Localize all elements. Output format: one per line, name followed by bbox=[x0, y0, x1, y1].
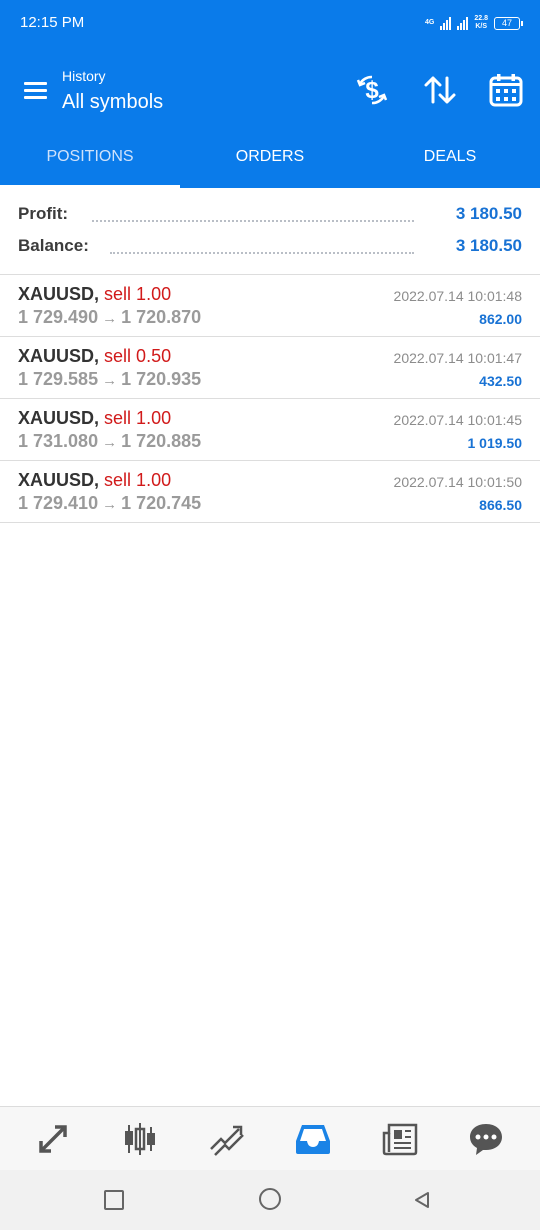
position-profit: 432.50 bbox=[479, 373, 522, 389]
currency-refresh-icon[interactable]: $ bbox=[354, 72, 390, 108]
position-symbol: XAUUSD, sell 1.00 bbox=[18, 470, 172, 490]
history-inbox-icon[interactable] bbox=[293, 1119, 333, 1159]
battery-icon: 47 bbox=[494, 16, 523, 30]
app-bar: 12:15 PM 4G 22.8 K/S 47 History All symbo… bbox=[0, 0, 540, 188]
signal-icon-2 bbox=[457, 16, 469, 30]
calendar-icon[interactable] bbox=[488, 72, 524, 108]
position-prices: 1 729.585 → 1 720.935 bbox=[18, 369, 202, 389]
quotes-arrows-icon[interactable] bbox=[33, 1119, 73, 1159]
balance-label: Balance: bbox=[18, 236, 89, 255]
position-prices: 1 731.080 → 1 720.885 bbox=[18, 431, 202, 451]
position-action: sell 1.00 bbox=[104, 408, 172, 428]
arrow-icon: → bbox=[102, 310, 118, 327]
system-navigation-bar bbox=[0, 1170, 540, 1230]
balance-value: 3 180.50 bbox=[455, 236, 522, 255]
menu-icon[interactable] bbox=[22, 78, 48, 104]
account-summary: Profit: 3 180.50 Balance: 3 180.50 bbox=[0, 188, 540, 275]
profit-label: Profit: bbox=[18, 204, 69, 223]
tab-positions[interactable]: POSITIONS bbox=[0, 126, 180, 188]
profit-row: Profit: 3 180.50 bbox=[18, 204, 522, 228]
toolbar: History All symbols $ bbox=[0, 60, 540, 124]
position-profit: 862.00 bbox=[479, 311, 522, 327]
position-symbol: XAUUSD, sell 1.00 bbox=[18, 284, 172, 304]
list-item[interactable]: XAUUSD, sell 1.00 1 731.080 → 1 720.885 20… bbox=[0, 399, 540, 461]
positions-list: XAUUSD, sell 1.00 1 729.490 → 1 720.870 20… bbox=[0, 275, 540, 523]
recent-apps-button[interactable] bbox=[104, 1190, 124, 1210]
page-title[interactable]: All symbols bbox=[62, 91, 163, 114]
list-item[interactable]: XAUUSD, sell 0.50 1 729.585 → 1 720.935 20… bbox=[0, 337, 540, 399]
position-action: sell 1.00 bbox=[104, 470, 172, 490]
trade-icon[interactable] bbox=[207, 1119, 247, 1159]
position-time: 2022.07.14 10:01:48 bbox=[393, 288, 522, 304]
page-subtitle: History bbox=[62, 68, 106, 84]
profit-value: 3 180.50 bbox=[455, 204, 522, 223]
list-item[interactable]: XAUUSD, sell 1.00 1 729.410 → 1 720.745 20… bbox=[0, 461, 540, 523]
leader-dots bbox=[92, 218, 414, 222]
position-action: sell 1.00 bbox=[104, 284, 172, 304]
position-profit: 866.50 bbox=[479, 497, 522, 513]
arrow-icon: → bbox=[102, 372, 118, 389]
position-prices: 1 729.490 → 1 720.870 bbox=[18, 307, 202, 327]
balance-row: Balance: 3 180.50 bbox=[18, 236, 522, 260]
status-indicators: 4G 22.8 K/S 47 bbox=[425, 13, 523, 33]
position-time: 2022.07.14 10:01:47 bbox=[393, 350, 522, 366]
position-symbol: XAUUSD, sell 0.50 bbox=[18, 346, 172, 366]
arrow-icon: → bbox=[102, 496, 118, 513]
leader-dots bbox=[110, 250, 414, 254]
bottom-navigation bbox=[0, 1106, 540, 1171]
position-profit: 1 019.50 bbox=[467, 435, 523, 451]
svg-text:$: $ bbox=[365, 77, 379, 104]
tab-orders[interactable]: ORDERS bbox=[180, 126, 360, 188]
position-time: 2022.07.14 10:01:50 bbox=[393, 474, 522, 490]
network-speed: 22.8 K/S bbox=[474, 15, 488, 30]
list-item[interactable]: XAUUSD, sell 1.00 1 729.490 → 1 720.870 20… bbox=[0, 275, 540, 337]
signal-icon bbox=[440, 16, 452, 30]
chart-candles-icon[interactable] bbox=[120, 1119, 160, 1159]
status-bar: 12:15 PM 4G 22.8 K/S 47 bbox=[0, 0, 540, 46]
news-icon[interactable] bbox=[380, 1119, 420, 1159]
status-time: 12:15 PM bbox=[20, 14, 85, 31]
tab-bar: POSITIONS ORDERS DEALS bbox=[0, 126, 540, 188]
back-icon[interactable] bbox=[412, 1190, 432, 1210]
tab-deals[interactable]: DEALS bbox=[360, 126, 540, 188]
position-action: sell 0.50 bbox=[104, 346, 172, 366]
sort-icon[interactable] bbox=[422, 72, 458, 108]
home-button[interactable] bbox=[259, 1188, 281, 1210]
network-type: 4G bbox=[425, 19, 435, 26]
position-symbol: XAUUSD, sell 1.00 bbox=[18, 408, 172, 428]
position-time: 2022.07.14 10:01:45 bbox=[393, 412, 522, 428]
arrow-icon: → bbox=[102, 434, 118, 451]
position-prices: 1 729.410 → 1 720.745 bbox=[18, 493, 202, 513]
chat-icon[interactable] bbox=[466, 1119, 506, 1159]
